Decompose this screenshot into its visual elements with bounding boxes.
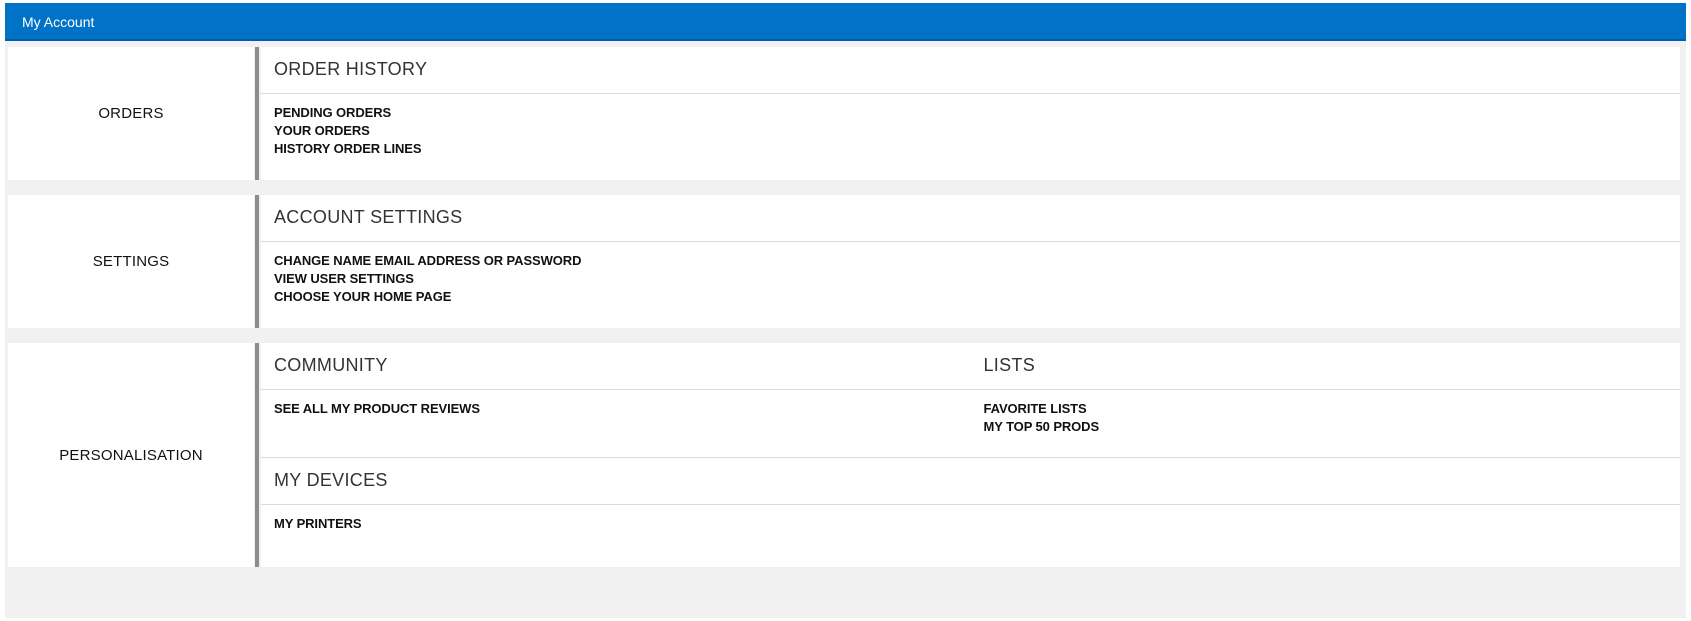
- link-choose-home-page[interactable]: CHOOSE YOUR HOME PAGE: [274, 288, 1680, 306]
- section-orders: ORDERS ORDER HISTORY PENDING ORDERS YOUR…: [8, 47, 1680, 180]
- link-change-name-email-password[interactable]: CHANGE NAME EMAIL ADDRESS OR PASSWORD: [274, 252, 1680, 270]
- section-body-settings: ACCOUNT SETTINGS CHANGE NAME EMAIL ADDRE…: [261, 195, 1680, 328]
- account-frame: My Account ORDERS ORDER HISTORY PENDING …: [5, 3, 1686, 618]
- section-label-settings[interactable]: SETTINGS: [8, 195, 254, 328]
- section-body-orders: ORDER HISTORY PENDING ORDERS YOUR ORDERS…: [261, 47, 1680, 180]
- links-community: SEE ALL MY PRODUCT REVIEWS: [261, 390, 971, 418]
- group-row-community-lists: COMMUNITY SEE ALL MY PRODUCT REVIEWS LIS…: [261, 343, 1680, 457]
- group-separator: MY DEVICES MY PRINTERS: [261, 457, 1680, 533]
- link-view-user-settings[interactable]: VIEW USER SETTINGS: [274, 270, 1680, 288]
- section-divider: [255, 47, 259, 180]
- group-title-my-devices: MY DEVICES: [261, 458, 1680, 505]
- links-lists: FAVORITE LISTS MY TOP 50 PRODS: [971, 390, 1681, 436]
- link-my-printers[interactable]: MY PRINTERS: [274, 515, 1680, 533]
- section-label-personalisation[interactable]: PERSONALISATION: [8, 343, 254, 567]
- section-settings: SETTINGS ACCOUNT SETTINGS CHANGE NAME EM…: [8, 195, 1680, 328]
- group-title-lists: LISTS: [970, 343, 1680, 390]
- links-account-settings: CHANGE NAME EMAIL ADDRESS OR PASSWORD VI…: [261, 242, 1680, 306]
- page-title: My Account: [22, 14, 95, 30]
- group-community: COMMUNITY SEE ALL MY PRODUCT REVIEWS: [261, 343, 971, 457]
- section-body-personalisation: COMMUNITY SEE ALL MY PRODUCT REVIEWS LIS…: [261, 343, 1680, 567]
- links-my-devices: MY PRINTERS: [261, 505, 1680, 533]
- section-divider: [255, 343, 259, 567]
- group-title-community: COMMUNITY: [261, 343, 971, 390]
- link-your-orders[interactable]: YOUR ORDERS: [274, 122, 1680, 140]
- section-label-orders[interactable]: ORDERS: [8, 47, 254, 180]
- link-favorite-lists[interactable]: FAVORITE LISTS: [984, 400, 1681, 418]
- link-history-order-lines[interactable]: HISTORY ORDER LINES: [274, 140, 1680, 158]
- group-lists: LISTS FAVORITE LISTS MY TOP 50 PRODS: [970, 343, 1681, 457]
- link-my-top-50-prods[interactable]: MY TOP 50 PRODS: [984, 418, 1681, 436]
- section-divider: [255, 195, 259, 328]
- page-header: My Account: [5, 3, 1686, 41]
- link-see-all-product-reviews[interactable]: SEE ALL MY PRODUCT REVIEWS: [274, 400, 971, 418]
- group-title-account-settings: ACCOUNT SETTINGS: [261, 195, 1680, 242]
- section-personalisation: PERSONALISATION COMMUNITY SEE ALL MY PRO…: [8, 343, 1680, 567]
- link-pending-orders[interactable]: PENDING ORDERS: [274, 104, 1680, 122]
- links-order-history: PENDING ORDERS YOUR ORDERS HISTORY ORDER…: [261, 94, 1680, 158]
- group-title-order-history: ORDER HISTORY: [261, 47, 1680, 94]
